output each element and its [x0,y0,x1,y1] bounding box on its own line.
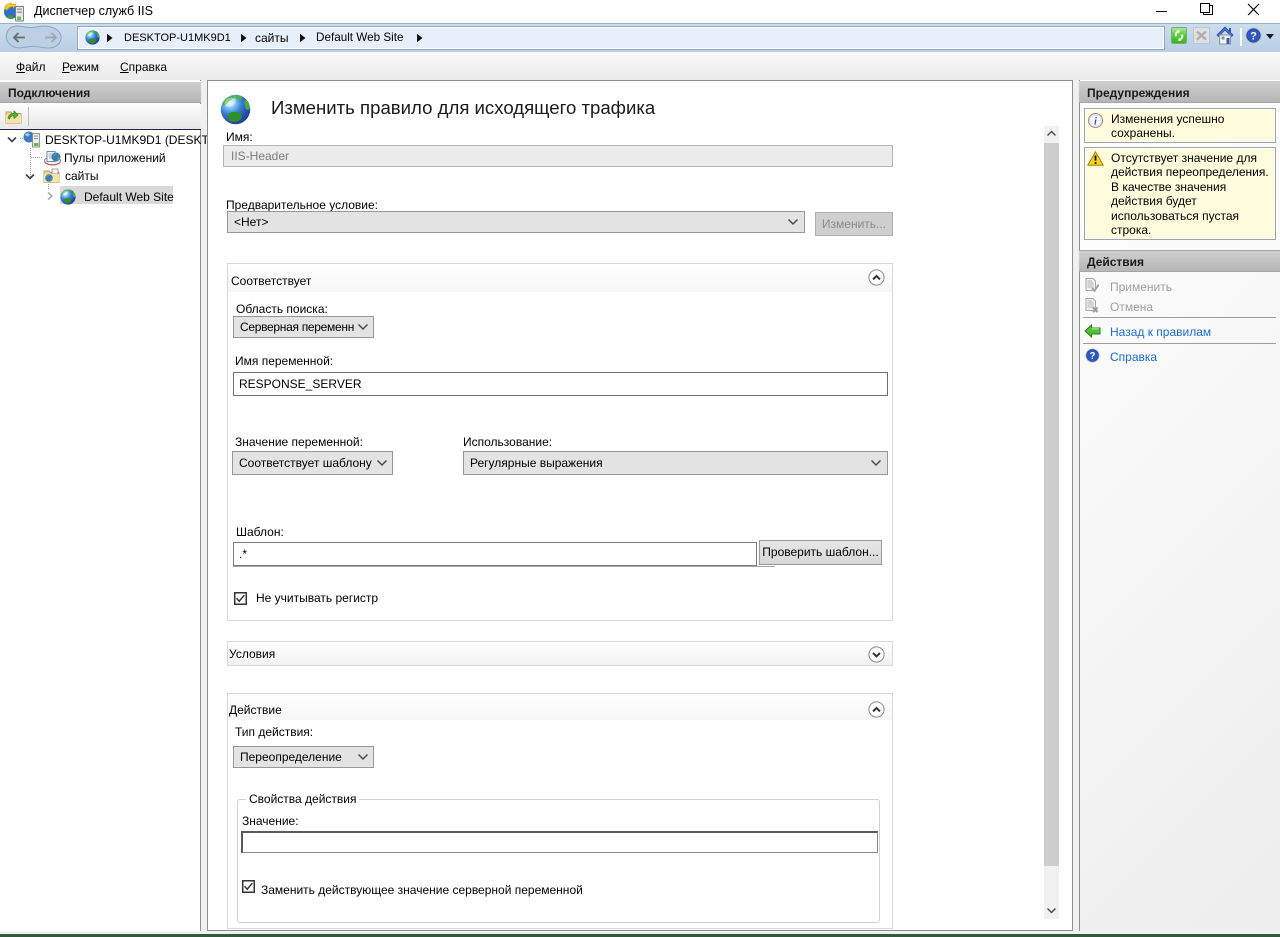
svg-text:?: ? [1090,351,1096,362]
svg-text:i: i [1094,116,1097,127]
svg-text:?: ? [1250,30,1257,42]
